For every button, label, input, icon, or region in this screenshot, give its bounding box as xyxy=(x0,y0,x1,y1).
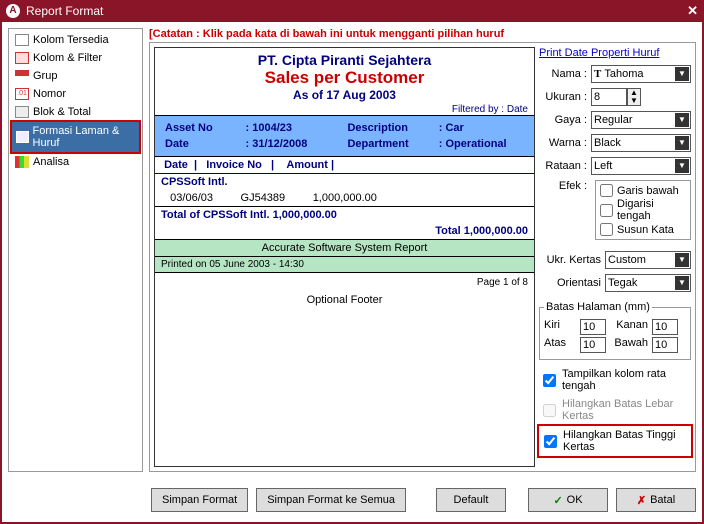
preview-company[interactable]: PT. Cipta Piranti Sejahtera xyxy=(155,52,534,68)
size-spinner[interactable]: ▲▼ xyxy=(627,88,641,106)
total-row[interactable]: Total 1,000,000.00 xyxy=(155,223,534,239)
cancel-button[interactable]: Batal xyxy=(616,488,696,512)
preview-title[interactable]: Sales per Customer xyxy=(155,68,534,88)
cb-underline[interactable] xyxy=(600,184,613,197)
cb-hide-height[interactable] xyxy=(544,435,557,448)
font-color-select[interactable]: Black xyxy=(591,134,691,152)
sidebar-item-grup[interactable]: Grup xyxy=(11,67,140,85)
properties-title: Print Date Properti Huruf xyxy=(539,47,691,59)
save-format-button[interactable]: Simpan Format xyxy=(151,488,248,512)
page-of[interactable]: Page 1 of 8 xyxy=(155,273,534,292)
cb-center-cols[interactable] xyxy=(543,374,556,387)
cb-strike[interactable] xyxy=(600,204,613,217)
system-footer[interactable]: Accurate Software System Report xyxy=(155,239,534,257)
report-preview: PT. Cipta Piranti Sejahtera Sales per Cu… xyxy=(154,47,535,467)
save-all-button[interactable]: Simpan Format ke Semua xyxy=(256,488,406,512)
sidebar-item-kolom-tersedia[interactable]: Kolom Tersedia xyxy=(11,31,140,49)
columns-header[interactable]: Date | Invoice No | Amount | xyxy=(155,157,534,174)
sidebar-item-nomor[interactable]: .01Nomor xyxy=(11,85,140,103)
margin-top-input[interactable] xyxy=(580,337,606,353)
printed-row[interactable]: Printed on 05 June 2003 - 14:30 xyxy=(155,257,534,273)
cb-wrap[interactable] xyxy=(600,223,613,236)
paper-size-select[interactable]: Custom xyxy=(605,251,691,269)
warning-text: [Catatan : Klik pada kata di bawah ini u… xyxy=(149,28,696,40)
app-icon: A xyxy=(6,4,20,18)
margin-left-input[interactable] xyxy=(580,319,606,335)
preview-filter[interactable]: Filtered by : Date xyxy=(155,104,534,115)
margin-fieldset: Batas Halaman (mm) KiriKanan AtasBawah xyxy=(539,301,691,360)
cb-hide-width xyxy=(543,404,556,417)
align-select[interactable]: Left xyxy=(591,157,691,175)
data-row[interactable]: 03/06/03 GJ54389 1,000,000.00 xyxy=(155,190,534,206)
default-button[interactable]: Default xyxy=(436,488,506,512)
effects-box: Garis bawah Digarisi tengah Susun Kata xyxy=(595,180,691,240)
font-style-select[interactable]: Regular xyxy=(591,111,691,129)
sidebar: Kolom Tersedia Kolom & Filter Grup .01No… xyxy=(8,28,143,472)
sidebar-item-blok-total[interactable]: Blok & Total xyxy=(11,103,140,121)
button-bar: Simpan Format Simpan Format ke Semua Def… xyxy=(8,488,696,512)
font-name-select[interactable]: TTahoma xyxy=(591,65,691,83)
sidebar-item-formasi-laman[interactable]: Formasi Laman & Huruf xyxy=(10,120,141,154)
optional-footer[interactable]: Optional Footer xyxy=(155,292,534,308)
window-title: Report Format xyxy=(26,4,103,18)
sidebar-item-analisa[interactable]: Analisa xyxy=(11,153,140,171)
sidebar-item-kolom-filter[interactable]: Kolom & Filter xyxy=(11,49,140,67)
properties-panel: Print Date Properti Huruf Nama :TTahoma … xyxy=(535,43,695,471)
group-total-row[interactable]: Total of CPSSoft Intl. 1,000,000.00 xyxy=(155,206,534,223)
margin-right-input[interactable] xyxy=(652,319,678,335)
group-row[interactable]: CPSSoft Intl. xyxy=(155,174,534,190)
margin-bottom-input[interactable] xyxy=(652,337,678,353)
titlebar: A Report Format ✕ xyxy=(0,0,704,22)
font-size-input[interactable] xyxy=(591,88,627,106)
asset-block[interactable]: Asset No: 1004/23 Description: Car Date:… xyxy=(155,115,534,157)
orientation-select[interactable]: Tegak xyxy=(605,274,691,292)
close-icon[interactable]: ✕ xyxy=(687,3,698,19)
preview-asof[interactable]: As of 17 Aug 2003 xyxy=(155,88,534,102)
ok-button[interactable]: OK xyxy=(528,488,608,512)
